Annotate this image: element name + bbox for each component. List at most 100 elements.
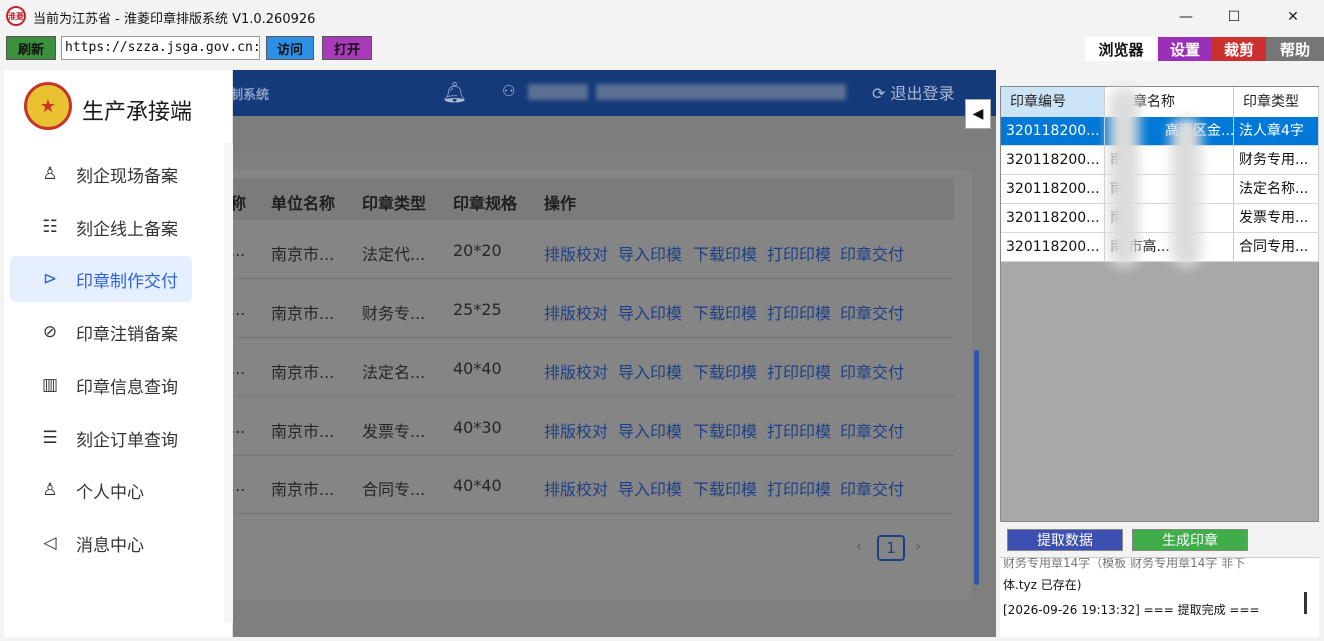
action-import[interactable]: 导入印模 xyxy=(618,241,682,265)
ban-icon: ⊘ xyxy=(42,322,58,342)
log-scrollbar[interactable] xyxy=(1304,592,1307,614)
open-button[interactable]: 打开 xyxy=(322,36,372,60)
action-download[interactable]: 下载印模 xyxy=(693,359,757,383)
grid-cell-type[interactable]: 合同专用... xyxy=(1234,233,1319,262)
row-divider xyxy=(224,455,954,456)
collapse-panel-button[interactable]: ◀ xyxy=(965,99,991,129)
cell-type: 财务专... xyxy=(362,304,426,323)
user-icon: ♙ xyxy=(42,480,58,500)
log-line: [2026-09-26 19:13:32] === 提取完成 === xyxy=(1003,603,1260,617)
action-import[interactable]: 导入印模 xyxy=(618,418,682,442)
action-print[interactable]: 打印印模 xyxy=(767,241,831,265)
action-deliver[interactable]: 印章交付 xyxy=(840,300,904,324)
web-scrollbar[interactable] xyxy=(974,350,979,585)
redacted-user xyxy=(528,84,588,100)
menu-item-order-query[interactable]: ☰ 刻企订单查询 xyxy=(10,415,192,461)
menu-item-messages[interactable]: ◁ 消息中心 xyxy=(10,520,192,566)
extract-data-button[interactable]: 提取数据 xyxy=(1007,529,1123,551)
action-deliver[interactable]: 印章交付 xyxy=(840,241,904,265)
bell-icon[interactable]: 🔔︎ xyxy=(442,80,467,104)
action-proof[interactable]: 排版校对 xyxy=(544,300,608,324)
grid-cell-seal-no[interactable]: 320118200... xyxy=(1001,117,1105,146)
cell-spec: 40*40 xyxy=(453,359,502,378)
title-bar: 淮菱 当前为江苏省 - 淮菱印章排版系统 V1.0.260926 — ☐ ✕ xyxy=(0,0,1324,33)
action-import[interactable]: 导入印模 xyxy=(618,359,682,383)
action-deliver[interactable]: 印章交付 xyxy=(840,359,904,383)
log-line: 体.tyz 已存在) xyxy=(1003,578,1082,592)
menu-item-onsite-filing[interactable]: ♙ 刻企现场备案 xyxy=(10,151,192,197)
grid-col-seal-no[interactable]: 印章编号 xyxy=(1001,87,1105,117)
side-scrollbar[interactable] xyxy=(224,143,233,623)
grid-col-type[interactable]: 印章类型 xyxy=(1234,87,1319,117)
help-button[interactable]: 帮助 xyxy=(1266,37,1324,61)
user-icon: ♙ xyxy=(42,164,58,184)
menu-item-seal-query[interactable]: ▥ 印章信息查询 xyxy=(10,362,192,408)
action-print[interactable]: 打印印模 xyxy=(767,418,831,442)
action-proof[interactable]: 排版校对 xyxy=(544,241,608,265)
privacy-blur xyxy=(1171,117,1201,267)
maximize-icon[interactable]: ☐ xyxy=(1211,0,1257,33)
action-print[interactable]: 打印印模 xyxy=(767,476,831,500)
pager-prev-icon[interactable]: ‹ xyxy=(856,537,862,555)
menu-item-online-filing[interactable]: ☷ 刻企线上备案 xyxy=(10,204,192,250)
crop-button[interactable]: 裁剪 xyxy=(1212,37,1266,61)
row-divider xyxy=(224,396,954,397)
refresh-button[interactable]: 刷新 xyxy=(6,36,56,60)
grid-cell-seal-no[interactable]: 320118200... xyxy=(1001,146,1105,175)
toolbar: 刷新 https://szza.jsga.gov.cn:104 访问 打开 浏览… xyxy=(0,33,1324,62)
content-card xyxy=(224,170,972,600)
action-proof[interactable]: 排版校对 xyxy=(544,476,608,500)
logout-button[interactable]: ⟳ 退出登录 xyxy=(872,80,955,104)
pager-next-icon[interactable]: › xyxy=(915,537,921,555)
cell-unit: 南京市... xyxy=(271,480,335,499)
logout-label: 退出登录 xyxy=(890,84,955,103)
brand-title: 生产承接端 xyxy=(82,100,193,125)
generate-seal-button[interactable]: 生成印章 xyxy=(1132,529,1248,551)
menu-item-seal-delivery[interactable]: ⊳ 印章制作交付 xyxy=(10,256,192,302)
log-line: 财务专用章14字（模板 财务专用章14字 非下 xyxy=(1003,557,1246,570)
menu-item-profile[interactable]: ♙ 个人中心 xyxy=(10,467,192,513)
action-proof[interactable]: 排版校对 xyxy=(544,359,608,383)
close-icon[interactable]: ✕ xyxy=(1270,0,1316,33)
action-download[interactable]: 下载印模 xyxy=(693,418,757,442)
minimize-icon[interactable]: — xyxy=(1163,0,1209,33)
action-download[interactable]: 下载印模 xyxy=(693,476,757,500)
cell-type: 法定名... xyxy=(362,363,426,382)
seal-data-grid: 印章编号 章名称 印章类型 320118200... 高淳区金... 法人章4字… xyxy=(1000,86,1319,522)
cell-spec: 20*20 xyxy=(453,241,502,260)
action-deliver[interactable]: 印章交付 xyxy=(840,418,904,442)
action-print[interactable]: 打印印模 xyxy=(767,359,831,383)
settings-button[interactable]: 设置 xyxy=(1158,37,1212,61)
pager-page-1[interactable]: 1 xyxy=(877,535,905,561)
grid-cell-type[interactable]: 法人章4字 xyxy=(1234,117,1319,146)
browser-button[interactable]: 浏览器 xyxy=(1085,37,1157,61)
logout-icon: ⟳ xyxy=(872,84,886,103)
row-divider xyxy=(224,278,954,279)
grid-cell-type[interactable]: 法定名称... xyxy=(1234,175,1319,204)
cell-unit: 南京市... xyxy=(271,422,335,441)
send-icon: ⊳ xyxy=(42,269,58,289)
list-icon: ☰ xyxy=(42,428,58,448)
action-import[interactable]: 导入印模 xyxy=(618,300,682,324)
grid-cell-type[interactable]: 发票专用... xyxy=(1234,204,1319,233)
log-output: 财务专用章14字（模板 财务专用章14字 非下 体.tyz 已存在) [2026… xyxy=(1000,557,1319,637)
grid-cell-seal-no[interactable]: 320118200... xyxy=(1001,233,1105,262)
action-download[interactable]: 下载印模 xyxy=(693,241,757,265)
action-download[interactable]: 下载印模 xyxy=(693,300,757,324)
side-menu: ★ 生产承接端 ♙ 刻企现场备案 ☷ 刻企线上备案 ⊳ 印章制作交付 ⊘ 印章注… xyxy=(4,70,233,637)
menu-item-seal-cancel[interactable]: ⊘ 印章注销备案 xyxy=(10,309,192,355)
cell-unit: 南京市... xyxy=(271,245,335,264)
privacy-blur xyxy=(1109,87,1139,267)
bar-chart-icon: ▥ xyxy=(41,375,59,395)
grid-cell-seal-no[interactable]: 320118200... xyxy=(1001,175,1105,204)
grid-cell-type[interactable]: 财务专用... xyxy=(1234,146,1319,175)
action-import[interactable]: 导入印模 xyxy=(618,476,682,500)
action-proof[interactable]: 排版校对 xyxy=(544,418,608,442)
visit-button[interactable]: 访问 xyxy=(266,36,314,60)
url-input[interactable]: https://szza.jsga.gov.cn:104 xyxy=(61,36,260,60)
grid-cell-seal-no[interactable]: 320118200... xyxy=(1001,204,1105,233)
action-print[interactable]: 打印印模 xyxy=(767,300,831,324)
action-deliver[interactable]: 印章交付 xyxy=(840,476,904,500)
user-icon: ⚇ xyxy=(502,82,516,100)
app-window: 淮菱 当前为江苏省 - 淮菱印章排版系统 V1.0.260926 — ☐ ✕ 刷… xyxy=(0,0,1324,641)
